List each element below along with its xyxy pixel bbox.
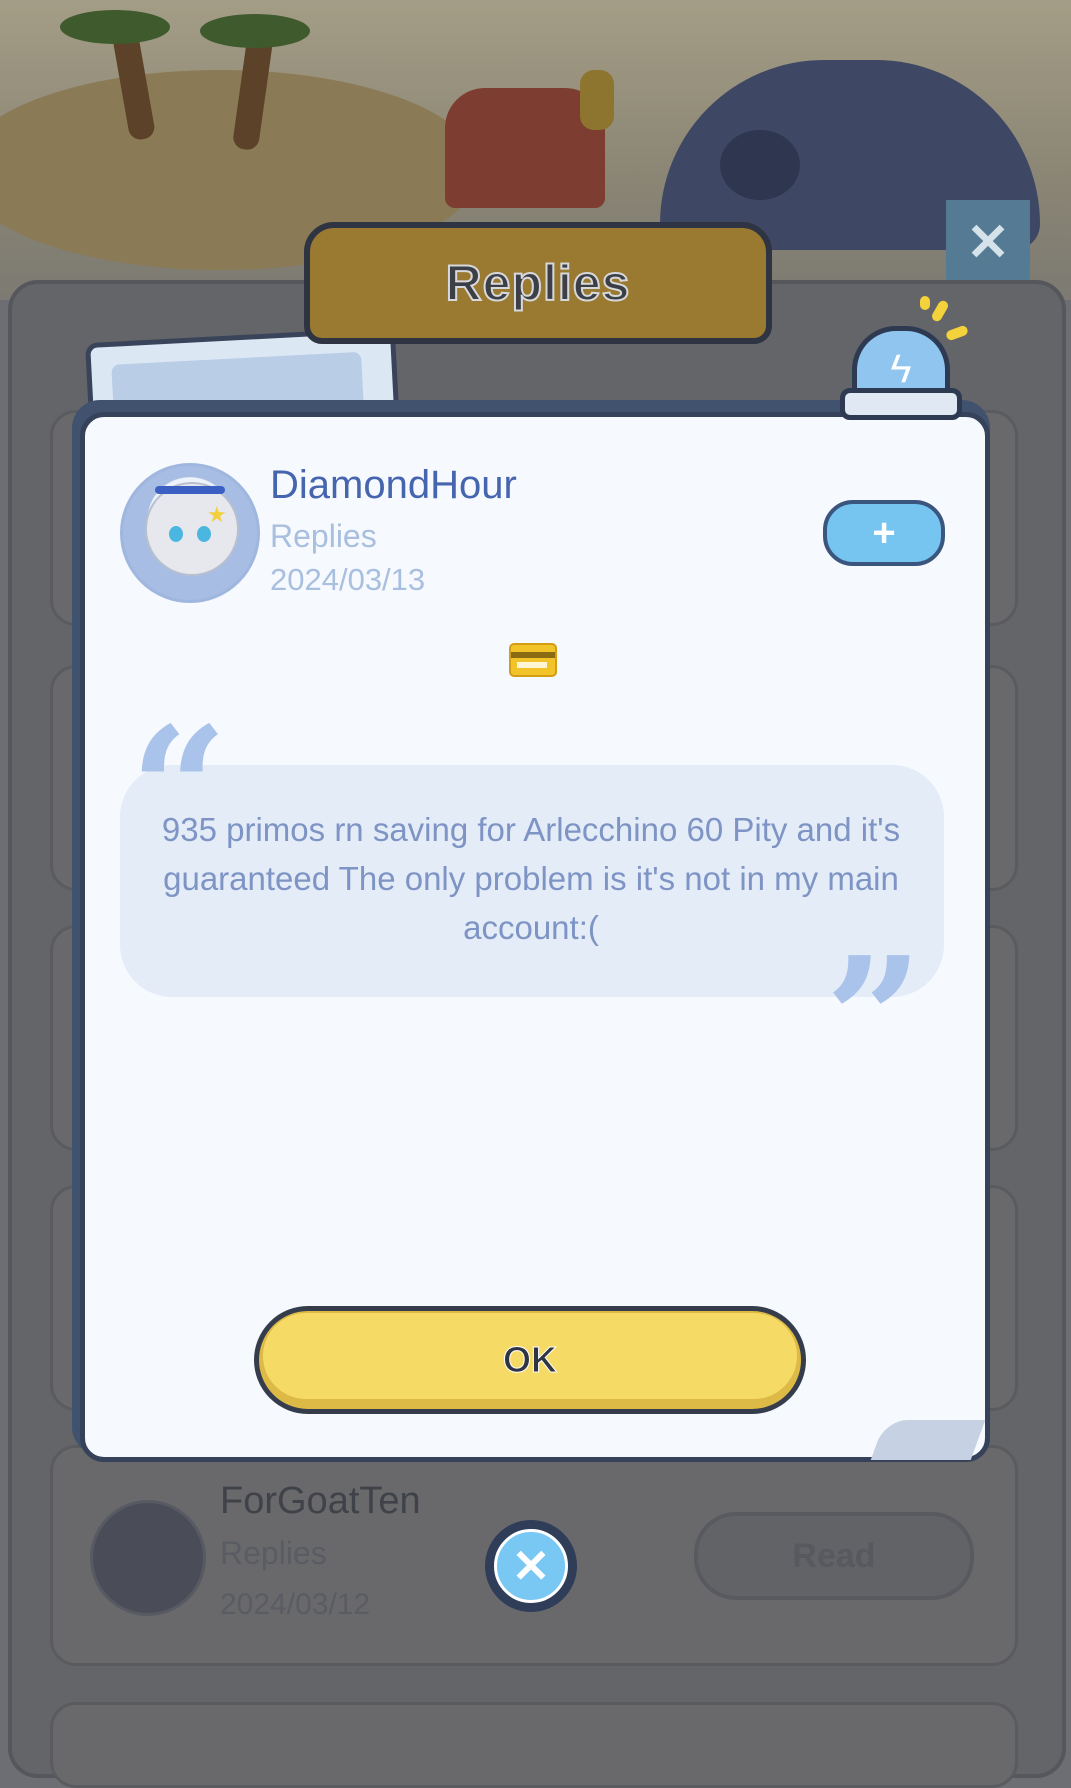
- mailbox-flag: [580, 70, 614, 130]
- credit-card-icon: [509, 643, 557, 677]
- page-title: Replies: [445, 254, 631, 312]
- list-item[interactable]: [50, 1702, 1018, 1788]
- scene-close-icon[interactable]: ✕: [946, 200, 1030, 286]
- list-item-type: Replies: [220, 1535, 327, 1571]
- read-button[interactable]: Read: [694, 1512, 974, 1600]
- close-button[interactable]: ✕: [485, 1520, 577, 1612]
- plus-icon: +: [872, 511, 896, 555]
- reply-text: 935 primos rn saving for Arlecchino 60 P…: [161, 811, 901, 946]
- follow-button[interactable]: +: [823, 500, 945, 566]
- user-name: DiamondHour: [270, 463, 517, 507]
- list-item-avatar: [90, 1500, 206, 1616]
- siren-base: [840, 388, 962, 420]
- whale-face: [720, 130, 800, 200]
- palm-leaf: [60, 10, 170, 44]
- reply-type: Replies: [270, 518, 377, 554]
- close-icon: ✕: [494, 1529, 568, 1603]
- siren-ray: [920, 296, 930, 310]
- header-banner: Replies: [304, 222, 772, 344]
- close-quote-icon: ”: [825, 920, 923, 1120]
- list-item-name: ForGoatTen: [220, 1480, 421, 1522]
- palm-leaf: [200, 14, 310, 48]
- ok-button[interactable]: OK: [254, 1306, 806, 1414]
- reply-date: 2024/03/13: [270, 562, 426, 597]
- avatar: ★: [120, 463, 260, 603]
- paper-fold: [870, 1420, 986, 1460]
- ok-button-label: OK: [503, 1339, 558, 1381]
- list-item-date: 2024/03/12: [220, 1588, 371, 1621]
